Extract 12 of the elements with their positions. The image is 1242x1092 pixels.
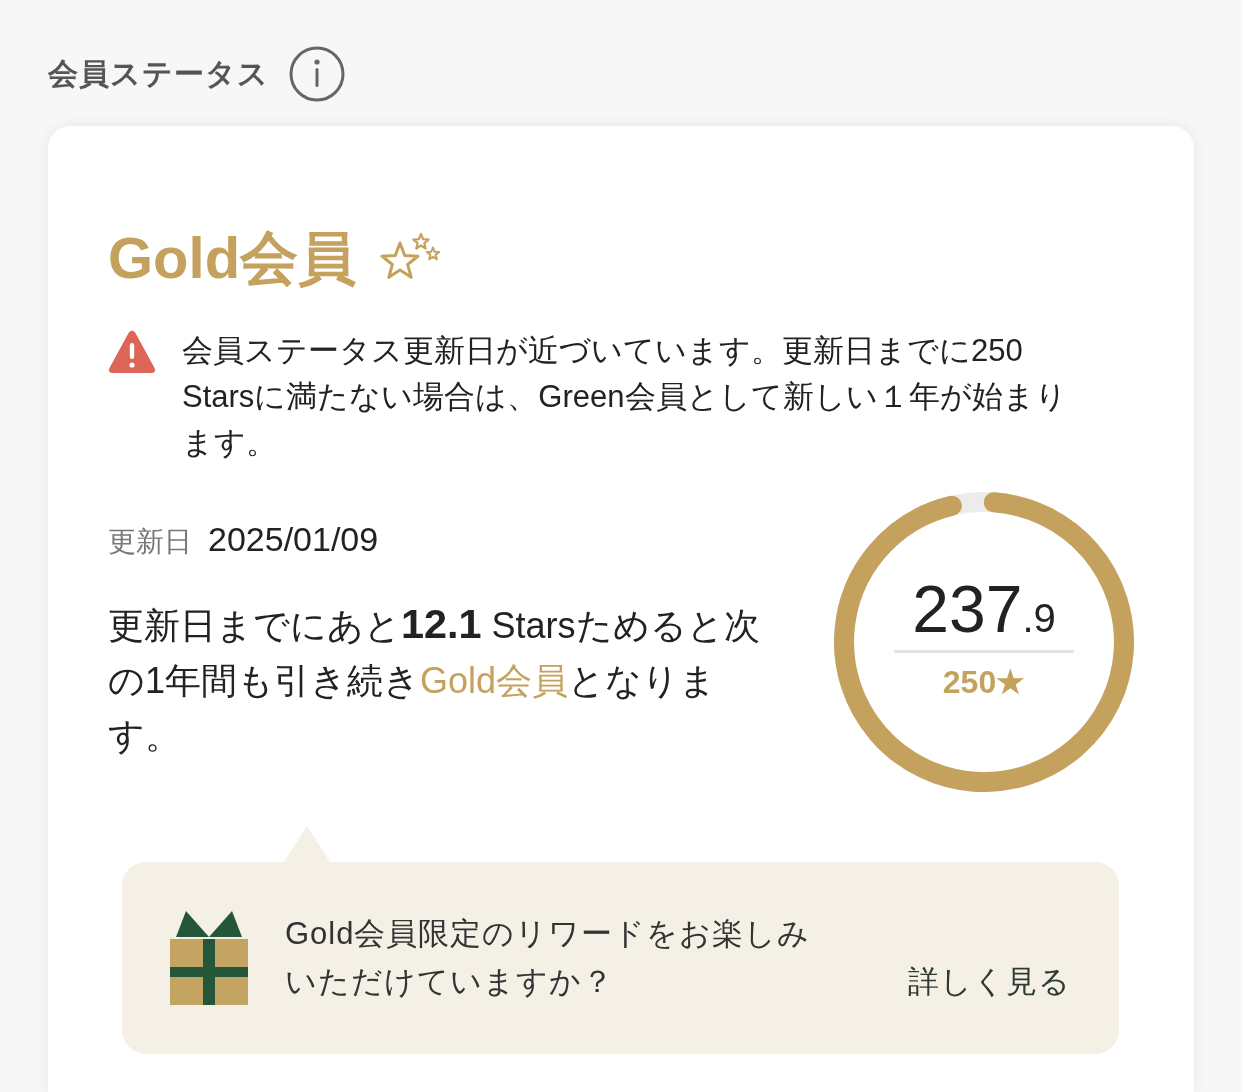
renewal-date: 2025/01/09 <box>208 520 379 560</box>
tier-title: Gold会員 <box>108 226 357 290</box>
points-total: 237.9 <box>894 573 1074 653</box>
details-link[interactable]: 詳しく見る <box>908 957 1071 1006</box>
info-icon[interactable] <box>289 46 345 102</box>
notice-text: 会員ステータス更新日が近づいています。更新日までに250 Starsに満たない場合は、Green会員として新しい１年が始まります。 <box>182 331 1067 462</box>
reward-question: Gold会員限定のリワードをお楽しみいただけていますか？ <box>285 914 812 1001</box>
section-title: 会員ステータス <box>48 55 269 92</box>
gift-icon <box>170 910 248 1005</box>
renewal-date-label: 更新日 <box>108 525 192 560</box>
warning-icon <box>108 329 156 375</box>
points-goal: 250★ <box>942 662 1026 701</box>
